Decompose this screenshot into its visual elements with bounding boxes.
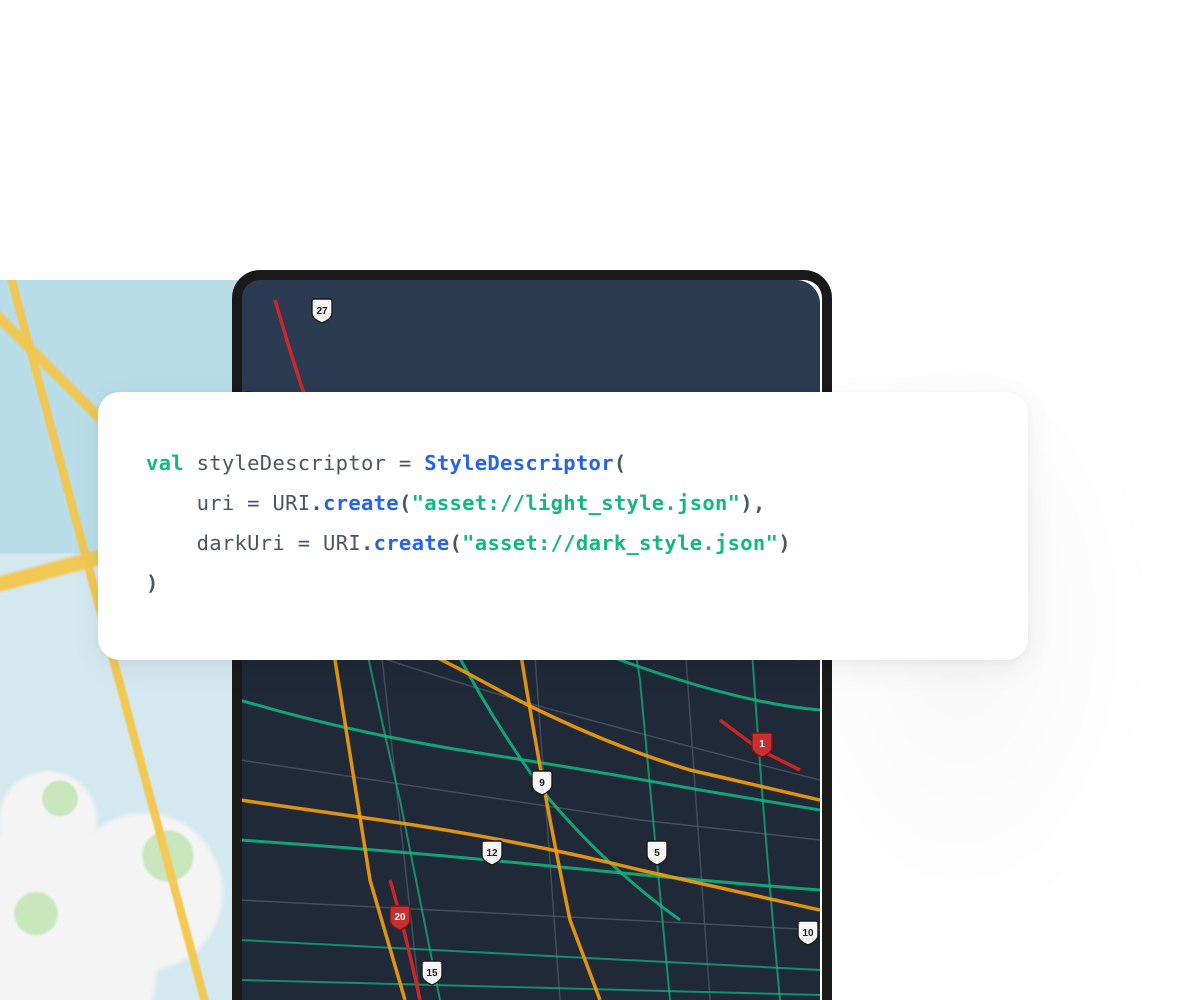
route-shield-10: 10 [796,920,820,946]
route-shield-15: 15 [420,960,444,986]
identifier: styleDescriptor [197,451,387,475]
route-shield-27: 27 [310,298,334,324]
code-line-4: ) [146,564,980,604]
type-name: StyleDescriptor [424,451,614,475]
route-shield-1: 1 [750,732,774,758]
route-shield-20: 20 [388,905,412,931]
keyword-val: val [146,451,184,475]
code-line-3: darkUri = URI.create("asset://dark_style… [146,524,980,564]
code-line-2: uri = URI.create("asset://light_style.js… [146,484,980,524]
string-literal: "asset://dark_style.json" [462,531,778,555]
code-snippet-card: val styleDescriptor = StyleDescriptor( u… [98,392,1028,660]
string-literal: "asset://light_style.json" [412,491,741,515]
route-shield-9: 9 [530,770,554,796]
route-shield-12: 12 [480,840,504,866]
code-line-1: val styleDescriptor = StyleDescriptor( [146,444,980,484]
route-shield-5: 5 [645,840,669,866]
